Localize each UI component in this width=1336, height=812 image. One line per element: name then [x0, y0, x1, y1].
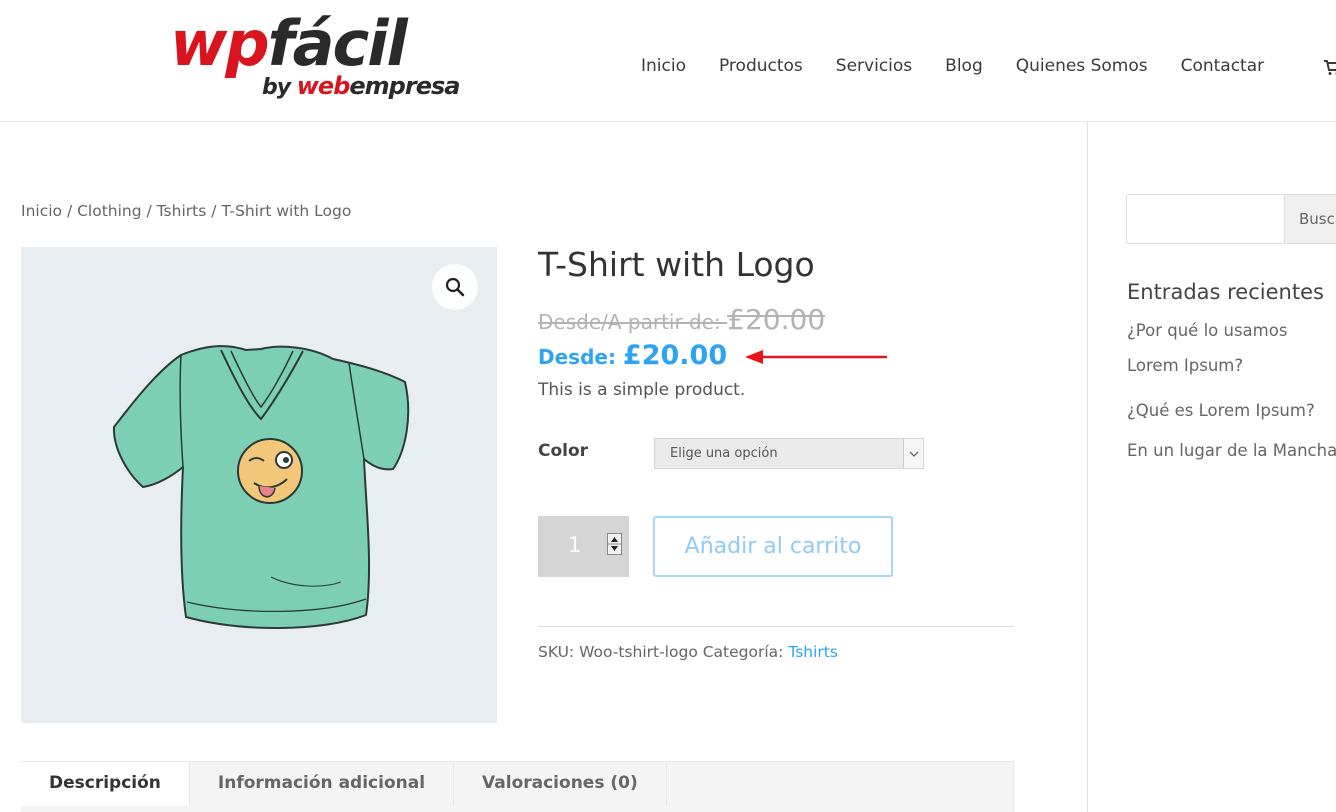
site-logo[interactable]: wpfácil by webempresa — [170, 8, 470, 108]
old-price-amount: £20.00 — [727, 303, 826, 336]
zoom-icon — [445, 277, 465, 297]
add-to-cart-button[interactable]: Añadir al carrito — [653, 516, 893, 577]
nav-item-productos[interactable]: Productos — [719, 54, 803, 78]
current-price-prefix: Desde: — [538, 345, 623, 369]
recent-post-link[interactable]: ¿Qué es Lorem Ipsum? — [1127, 401, 1315, 420]
recent-post-link[interactable]: En un lugar de la Mancha — [1127, 441, 1336, 460]
search-button[interactable]: Buscar — [1284, 194, 1336, 244]
color-select[interactable]: Elige una opción — [654, 438, 924, 469]
sku-value: Woo-tshirt-logo — [579, 643, 698, 661]
color-select-value: Elige una opción — [670, 446, 778, 461]
product-tabs: Descripción Información adicional Valora… — [21, 761, 1014, 812]
breadcrumb-link-clothing[interactable]: Clothing — [77, 202, 141, 220]
nav-item-quienes-somos[interactable]: Quienes Somos — [1016, 54, 1148, 78]
annotation-arrow-icon — [745, 350, 887, 364]
tab-valoraciones[interactable]: Valoraciones (0) — [454, 762, 667, 806]
breadcrumb-separator: / — [62, 202, 78, 220]
old-price-prefix: Desde/A partir de: — [538, 310, 728, 334]
breadcrumb-separator: / — [141, 202, 157, 220]
tab-informacion-adicional[interactable]: Información adicional — [190, 762, 455, 806]
category-link[interactable]: Tshirts — [788, 643, 838, 661]
logo-tagline: by webempresa — [262, 72, 460, 100]
logo-wordmark: wpfácil — [170, 7, 408, 80]
category-label: Categoría: — [697, 643, 789, 661]
recent-posts-title: Entradas recientes — [1127, 280, 1324, 304]
sku-label: SKU: — [538, 643, 580, 661]
cart-icon[interactable] — [1323, 58, 1336, 76]
current-price-amount: £20.00 — [622, 340, 728, 371]
chevron-down-icon — [903, 439, 923, 468]
zoom-button[interactable] — [432, 264, 478, 310]
breadcrumb: Inicio / Clothing / Tshirts / T-Shirt wi… — [21, 202, 351, 220]
nav-item-blog[interactable]: Blog — [945, 54, 983, 78]
tab-descripcion[interactable]: Descripción — [21, 762, 190, 806]
product-title: T-Shirt with Logo — [538, 245, 815, 284]
meta-divider — [538, 626, 1014, 627]
old-price: Desde/A partir de: £20.00 — [538, 303, 825, 336]
breadcrumb-current: T-Shirt with Logo — [221, 202, 352, 220]
sidebar-divider — [1087, 122, 1088, 812]
main-nav: Inicio Productos Servicios Blog Quienes … — [641, 54, 1264, 78]
product-meta: SKU: Woo-tshirt-logo Categoría: Tshirts — [538, 643, 838, 661]
nav-item-inicio[interactable]: Inicio — [641, 54, 686, 78]
current-price: Desde: £20.00 — [538, 340, 727, 371]
search-input[interactable] — [1126, 194, 1286, 244]
product-short-description: This is a simple product. — [538, 380, 746, 400]
breadcrumb-separator: / — [206, 202, 222, 220]
quantity-value: 1 — [568, 533, 582, 557]
nav-item-contactar[interactable]: Contactar — [1181, 54, 1265, 78]
breadcrumb-link-tshirts[interactable]: Tshirts — [157, 202, 207, 220]
recent-post-link[interactable]: Lorem Ipsum? — [1127, 356, 1243, 375]
recent-post-link[interactable]: ¿Por qué lo usamos — [1127, 321, 1287, 340]
color-label: Color — [538, 441, 589, 461]
quantity-stepper[interactable] — [607, 533, 622, 555]
product-image[interactable] — [21, 247, 497, 723]
site-header: wpfácil by webempresa Inicio Productos S… — [0, 0, 1336, 122]
tshirt-illustration — [112, 345, 410, 629]
breadcrumb-link-inicio[interactable]: Inicio — [21, 202, 62, 220]
nav-item-servicios[interactable]: Servicios — [836, 54, 912, 78]
